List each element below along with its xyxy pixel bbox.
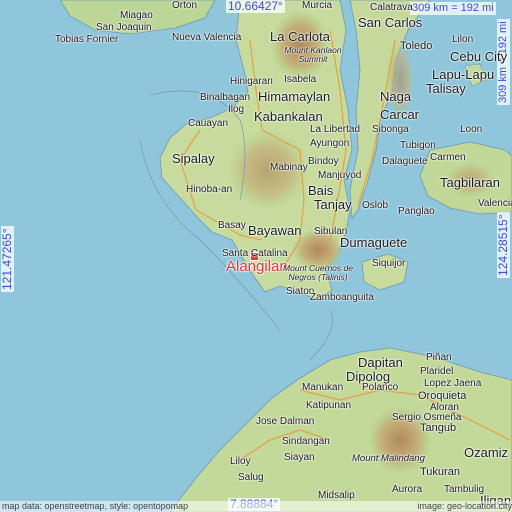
place-label: Bayawan: [248, 223, 302, 238]
place-label: Katipunan: [306, 400, 352, 411]
place-label: Valencia: [478, 198, 512, 209]
place-label: La Carlota: [270, 29, 330, 44]
place-label: Oroquieta: [418, 390, 467, 402]
coord-top-label: 10.66427°: [226, 0, 285, 13]
place-label: Zamboanguita: [310, 292, 374, 303]
place-label: Talisay: [426, 81, 466, 96]
place-label: Oslob: [362, 200, 389, 211]
place-label: Hinigaran: [230, 76, 273, 87]
place-label: Tangub: [420, 422, 457, 434]
coord-right-label: 124.28515°: [496, 212, 510, 278]
attribution-text: map data: openstreetmap, style: opentopo…: [2, 501, 189, 511]
place-label: Carmen: [430, 152, 466, 163]
place-label: Tagbilaran: [440, 175, 500, 190]
place-label: Siquijor: [372, 258, 406, 269]
place-label: Kabankalan: [254, 109, 323, 124]
place-label: Polanco: [362, 382, 399, 393]
place-label: Dapitan: [358, 355, 403, 370]
mountain-label: Mount Cuernos de Negros (Talinis): [283, 263, 353, 282]
place-label: Miagao: [120, 10, 153, 21]
place-label: La Libertad: [310, 124, 361, 135]
place-label: Orton: [172, 0, 198, 11]
place-label: Mabinay: [270, 162, 308, 173]
place-label: Bais: [308, 183, 334, 198]
place-label: Santa Catalina: [222, 248, 288, 259]
place-label: Tukuran: [420, 466, 460, 478]
place-label: Jose Dalman: [256, 416, 315, 427]
place-label: Tobias Fornier: [55, 34, 119, 45]
place-label: Dalaguete: [382, 156, 428, 167]
place-label: Cebu City: [450, 49, 508, 64]
place-label: Tambulig: [444, 484, 485, 495]
place-label: Ayungon: [310, 138, 350, 149]
place-label: Binalbagan: [200, 92, 251, 103]
place-label: San Carlos: [358, 15, 423, 30]
place-label: Toledo: [400, 40, 433, 52]
place-label: Carcar: [380, 107, 420, 122]
place-label: Sindangan: [282, 436, 330, 447]
place-label: Ilog: [228, 104, 245, 115]
place-label: Basay: [218, 220, 246, 231]
place-label: Tubigon: [400, 140, 436, 151]
place-label: Salug: [238, 472, 264, 483]
place-label: Himamaylan: [258, 89, 331, 104]
mountain-label: Mount Malindang: [352, 453, 425, 464]
place-label: Tanjay: [314, 197, 352, 212]
place-label: Murcia: [302, 0, 333, 11]
place-label: Lilon: [452, 34, 474, 45]
place-label: Liloy: [230, 456, 251, 467]
place-label: Dumaguete: [340, 235, 408, 250]
place-label: Cauayan: [188, 118, 229, 129]
place-label: Calatrava: [370, 2, 413, 13]
place-label: San Joaquin: [96, 22, 152, 33]
place-label: Naga: [380, 89, 412, 104]
place-label: Ozamiz: [464, 445, 509, 460]
place-label: Panglao: [398, 206, 435, 217]
place-label: Aurora: [392, 484, 423, 495]
place-label: Siayan: [284, 452, 315, 463]
map-attribution: map data: openstreetmap, style: opentopo…: [0, 501, 512, 512]
place-label: Nueva Valencia: [172, 32, 242, 43]
place-label: Manukan: [302, 382, 344, 393]
highlight-label: Alangilan: [226, 258, 288, 275]
map-view[interactable]: 10.66427° 309 km = 192 mi 7.88884° 121.4…: [0, 0, 512, 512]
place-label: Lapu-Lapu: [432, 67, 495, 82]
coord-left-label: 121.47265°: [0, 226, 14, 292]
place-label: Hinoba-an: [186, 184, 233, 195]
place-label: Lopez Jaena: [424, 378, 482, 389]
place-label: Manjuyod: [318, 170, 362, 181]
place-label: Sipalay: [172, 151, 215, 166]
place-label: Plaridel: [420, 366, 454, 377]
place-label: Piñan: [426, 352, 452, 363]
place-label: Sibonga: [372, 124, 409, 135]
place-label: Isabela: [284, 74, 317, 85]
scale-top-label: 309 km = 192 mi: [410, 2, 496, 15]
attribution-right: image: geo-location.city: [417, 501, 512, 511]
mountain-label: Mount Kanlaon Summit: [284, 45, 342, 64]
place-label: Loon: [460, 124, 483, 135]
place-label: Bindoy: [308, 156, 339, 167]
place-label: Midsalip: [318, 490, 355, 501]
